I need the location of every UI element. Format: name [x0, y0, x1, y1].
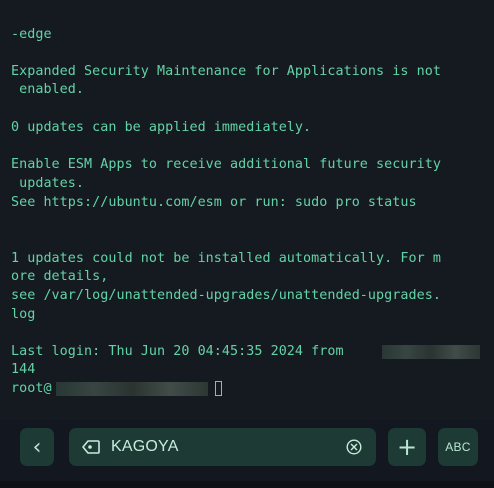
terminal-line: Expanded Security Maintenance for Applic…: [11, 64, 441, 79]
terminal-prompt: root@: [11, 381, 52, 396]
host-label: KAGOYA: [111, 438, 179, 455]
terminal-line: Enable ESM Apps to receive additional fu…: [11, 157, 441, 172]
terminal-line: 1 updates could not be installed automat…: [11, 251, 441, 266]
terminal-line: 0 updates can be applied immediately.: [11, 120, 312, 135]
terminal-line: -edge: [11, 27, 52, 42]
terminal-line: Last login: Thu Jun 20 04:45:35 2024 fro…: [11, 344, 344, 359]
terminal-line: enabled.: [11, 82, 85, 97]
bottom-edge: [0, 481, 494, 488]
terminal-line: updates.: [11, 176, 85, 191]
terminal-line: 144: [11, 362, 36, 377]
back-button[interactable]: ‹: [20, 428, 54, 466]
abc-label: ABC: [445, 440, 471, 454]
redacted-ip: [382, 345, 480, 359]
tag-icon: [82, 440, 100, 454]
redacted-hostname: [56, 382, 208, 396]
circle-x-icon[interactable]: [346, 439, 362, 455]
keyboard-toggle-button[interactable]: ABC: [438, 428, 478, 466]
terminal-line: ore details,: [11, 269, 109, 284]
plus-icon: +: [396, 433, 418, 461]
terminal-line: see /var/log/unattended-upgrades/unatten…: [11, 288, 441, 303]
add-button[interactable]: +: [388, 428, 426, 466]
terminal-cursor: [215, 381, 222, 396]
ssh-terminal-app: -edge Expanded Security Maintenance for …: [0, 0, 494, 488]
host-selector[interactable]: KAGOYA: [69, 428, 376, 466]
terminal-line: See https://ubuntu.com/esm or run: sudo …: [11, 195, 417, 210]
chevron-left-icon: ‹: [32, 434, 42, 460]
terminal-output[interactable]: -edge Expanded Security Maintenance for …: [0, 0, 494, 420]
terminal-line: log: [11, 307, 36, 322]
